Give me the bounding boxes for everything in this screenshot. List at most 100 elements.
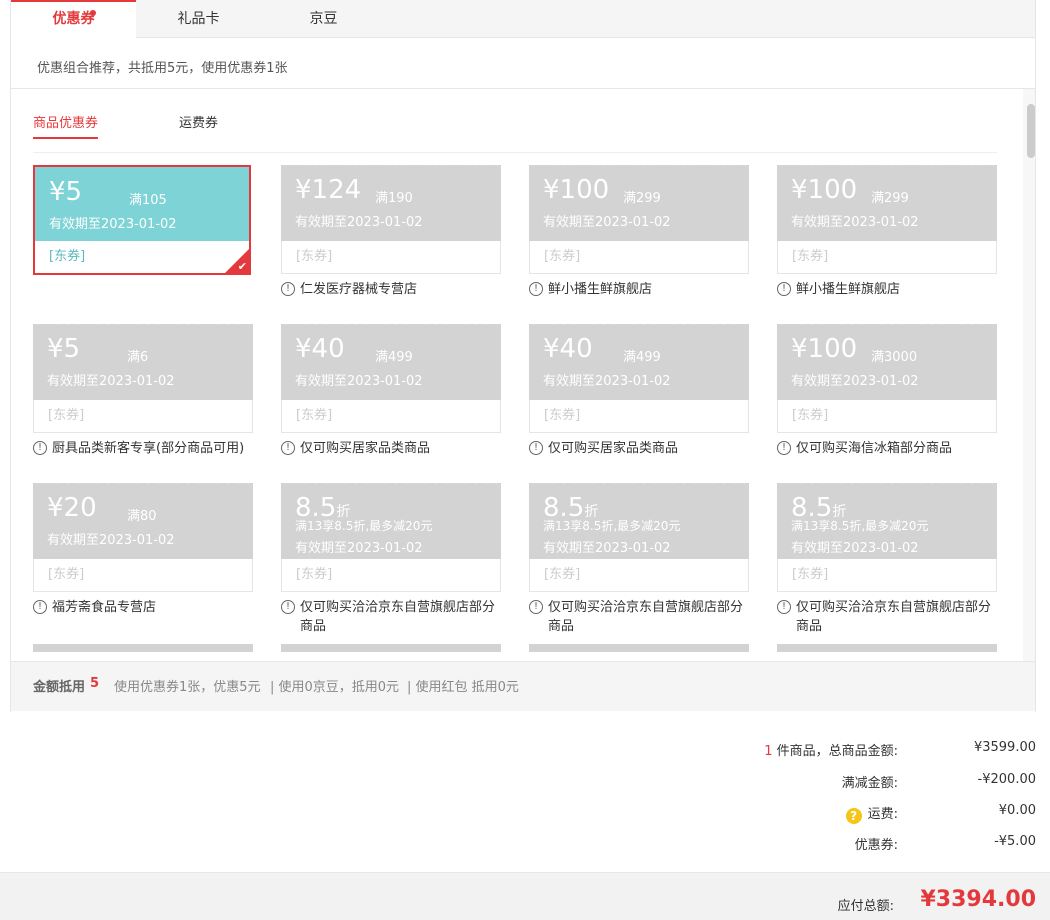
- coupon-card[interactable]: ¥100 满299 有效期至2023-01-02 [东券]: [777, 165, 997, 274]
- coupon-validity: 有效期至2023-01-02: [295, 541, 423, 556]
- coupon-face: ¥5 满6 有效期至2023-01-02: [33, 324, 253, 400]
- discount-value: -¥200.00: [977, 772, 1036, 787]
- coupon-card[interactable]: ¥5 满6 有效期至2023-01-02 [东券]: [33, 324, 253, 433]
- coupon-tag: [东券]: [33, 559, 253, 592]
- bean-usage-text: | 使用0京豆，抵用0元: [270, 680, 400, 695]
- coupon-note-text: 仅可购买洽洽京东自营旗舰店部分商品: [796, 600, 992, 634]
- coupon-value: ¥124: [295, 175, 361, 205]
- coupon-validity: 有效期至2023-01-02: [49, 217, 177, 232]
- items-label: 件商品，总商品金额:: [776, 744, 898, 759]
- coupon-note-text: 厨具品类新客专享(部分商品可用): [52, 441, 245, 456]
- coupon-note: ! 仅可购买居家品类商品: [529, 439, 749, 458]
- info-icon: !: [777, 600, 791, 614]
- coupon-face: 8.5折 满13享8.5折,最多减20元 有效期至2023-01-02: [777, 483, 997, 559]
- coupon-tag: [东券]: [35, 241, 249, 273]
- coupon-validity: 有效期至2023-01-02: [295, 374, 423, 389]
- coupon-list-panel: 商品优惠券 运费券 ¥5 满105 有效期至2023-01-02 [东券] ✔ ¥124 满…: [11, 89, 1035, 661]
- coupon-note: ! 仅可购买洽洽京东自营旗舰店部分商品: [281, 598, 501, 636]
- currency-symbol: ¥: [47, 493, 64, 523]
- tab-coupons-label: 优惠券: [52, 11, 95, 27]
- coupon-face: ¥100 满299 有效期至2023-01-02: [777, 165, 997, 241]
- coupon-condition: 满13享8.5折,最多减20元: [791, 519, 929, 533]
- coupon-amount: 5: [63, 334, 81, 364]
- coupon-amount: 5: [65, 177, 83, 207]
- coupon-card[interactable]: ¥20 满80 有效期至2023-01-02 [东券]: [33, 483, 253, 592]
- redpack-usage-text: | 使用红包 抵用0元: [407, 680, 519, 695]
- coupon-usage-text: 使用优惠券1张，优惠5元: [114, 680, 261, 695]
- coupon-tag: [东券]: [281, 400, 501, 433]
- coupon-amount: 100: [807, 334, 858, 364]
- coupon-tag: [东券]: [33, 400, 253, 433]
- coupon-card[interactable]: ¥40 满499 有效期至2023-01-02 [东券]: [529, 324, 749, 433]
- coupon-validity: 有效期至2023-01-02: [295, 215, 423, 230]
- currency-symbol: ¥: [543, 175, 560, 205]
- payable-value: ¥3394.00: [920, 887, 1036, 912]
- coupon-peek: [777, 644, 997, 652]
- shipping-row: ? 运费: ¥0.00: [636, 803, 1036, 824]
- coupon-total-label: 优惠券:: [854, 838, 898, 853]
- coupon-note: ! 仅可购买居家品类商品: [281, 439, 501, 458]
- coupon-total-row: 优惠券: -¥5.00: [636, 834, 1036, 854]
- subtab-divider: [33, 152, 997, 153]
- coupon-note-text: 仅可购买洽洽京东自营旗舰店部分商品: [300, 600, 496, 634]
- coupon-card[interactable]: ¥100 满3000 有效期至2023-01-02 [东券]: [777, 324, 997, 433]
- coupon-card[interactable]: 8.5折 满13享8.5折,最多减20元 有效期至2023-01-02 [东券]: [281, 483, 501, 592]
- notification-dot-icon: [90, 10, 96, 16]
- coupon-tag: [东券]: [529, 241, 749, 274]
- payable-label: 应付总额:: [837, 899, 894, 914]
- subtab-shipping-coupons[interactable]: 运费券: [179, 112, 218, 137]
- tab-gift-card[interactable]: 礼品卡: [136, 0, 261, 38]
- coupon-value: ¥5: [47, 334, 80, 364]
- coupon-value: ¥20: [47, 493, 97, 523]
- tab-bar: 优惠券 礼品卡 京豆: [11, 0, 1035, 39]
- info-icon: !: [777, 282, 791, 296]
- coupon-condition: 满6: [127, 350, 149, 365]
- coupon-face: ¥20 满80 有效期至2023-01-02: [33, 483, 253, 559]
- coupon-card[interactable]: ¥124 满190 有效期至2023-01-02 [东券]: [281, 165, 501, 274]
- coupon-value: ¥100: [791, 175, 857, 205]
- coupon-note: ! 福芳斋食品专营店: [33, 598, 253, 617]
- discount-row: 满减金额: -¥200.00: [636, 772, 1036, 792]
- coupon-note-text: 仁发医疗器械专营店: [300, 282, 418, 297]
- question-icon[interactable]: ?: [845, 808, 862, 824]
- coupon-note-text: 鲜小播生鲜旗舰店: [548, 282, 653, 297]
- coupon-list-scroll-area[interactable]: 商品优惠券 运费券 ¥5 满105 有效期至2023-01-02 [东券] ✔ ¥124 满…: [11, 89, 1023, 661]
- coupon-card[interactable]: ¥100 满299 有效期至2023-01-02 [东券]: [529, 165, 749, 274]
- currency-symbol: ¥: [543, 334, 560, 364]
- coupon-peek: [281, 644, 501, 652]
- coupon-face: ¥40 满499 有效期至2023-01-02: [281, 324, 501, 400]
- coupon-peek: [33, 644, 253, 652]
- coupon-face: 8.5折 满13享8.5折,最多减20元 有效期至2023-01-02: [529, 483, 749, 559]
- currency-symbol: ¥: [47, 334, 64, 364]
- coupon-amount: 20: [63, 493, 97, 523]
- scrollbar-thumb[interactable]: [1027, 104, 1035, 158]
- coupon-condition: 满13享8.5折,最多减20元: [295, 519, 433, 533]
- tab-coupons[interactable]: 优惠券: [11, 0, 136, 39]
- coupon-peek: [529, 644, 749, 652]
- tab-jd-beans[interactable]: 京豆: [261, 0, 386, 38]
- coupon-note: ! 仅可购买海信冰箱部分商品: [777, 439, 997, 458]
- coupon-card[interactable]: 8.5折 满13享8.5折,最多减20元 有效期至2023-01-02 [东券]: [529, 483, 749, 592]
- coupon-condition: 满80: [127, 509, 157, 524]
- coupon-validity: 有效期至2023-01-02: [791, 541, 919, 556]
- shipping-value: ¥0.00: [998, 803, 1036, 818]
- coupon-condition: 满499: [623, 350, 661, 365]
- coupon-card[interactable]: ¥40 满499 有效期至2023-01-02 [东券]: [281, 324, 501, 433]
- coupon-condition: 满190: [375, 191, 413, 206]
- coupon-tag: [东券]: [777, 559, 997, 592]
- coupon-tag: [东券]: [529, 400, 749, 433]
- check-icon: ✔: [237, 260, 247, 273]
- coupon-note: ! 鲜小播生鲜旗舰店: [529, 280, 749, 299]
- coupon-card[interactable]: ¥5 满105 有效期至2023-01-02 [东券] ✔: [33, 165, 251, 275]
- subtab-product-coupons[interactable]: 商品优惠券: [33, 112, 99, 139]
- coupon-tag: [东券]: [281, 241, 501, 274]
- coupon-amount: 40: [559, 334, 593, 364]
- coupon-card[interactable]: 8.5折 满13享8.5折,最多减20元 有效期至2023-01-02 [东券]: [777, 483, 997, 592]
- currency-symbol: ¥: [295, 175, 312, 205]
- coupon-validity: 有效期至2023-01-02: [791, 374, 919, 389]
- coupon-value: ¥5: [49, 177, 82, 207]
- deduction-label: 金额抵用: [33, 680, 86, 695]
- deduction-value: 5: [90, 676, 100, 691]
- item-count: 1: [764, 744, 773, 759]
- coupon-face: ¥100 满299 有效期至2023-01-02: [529, 165, 749, 241]
